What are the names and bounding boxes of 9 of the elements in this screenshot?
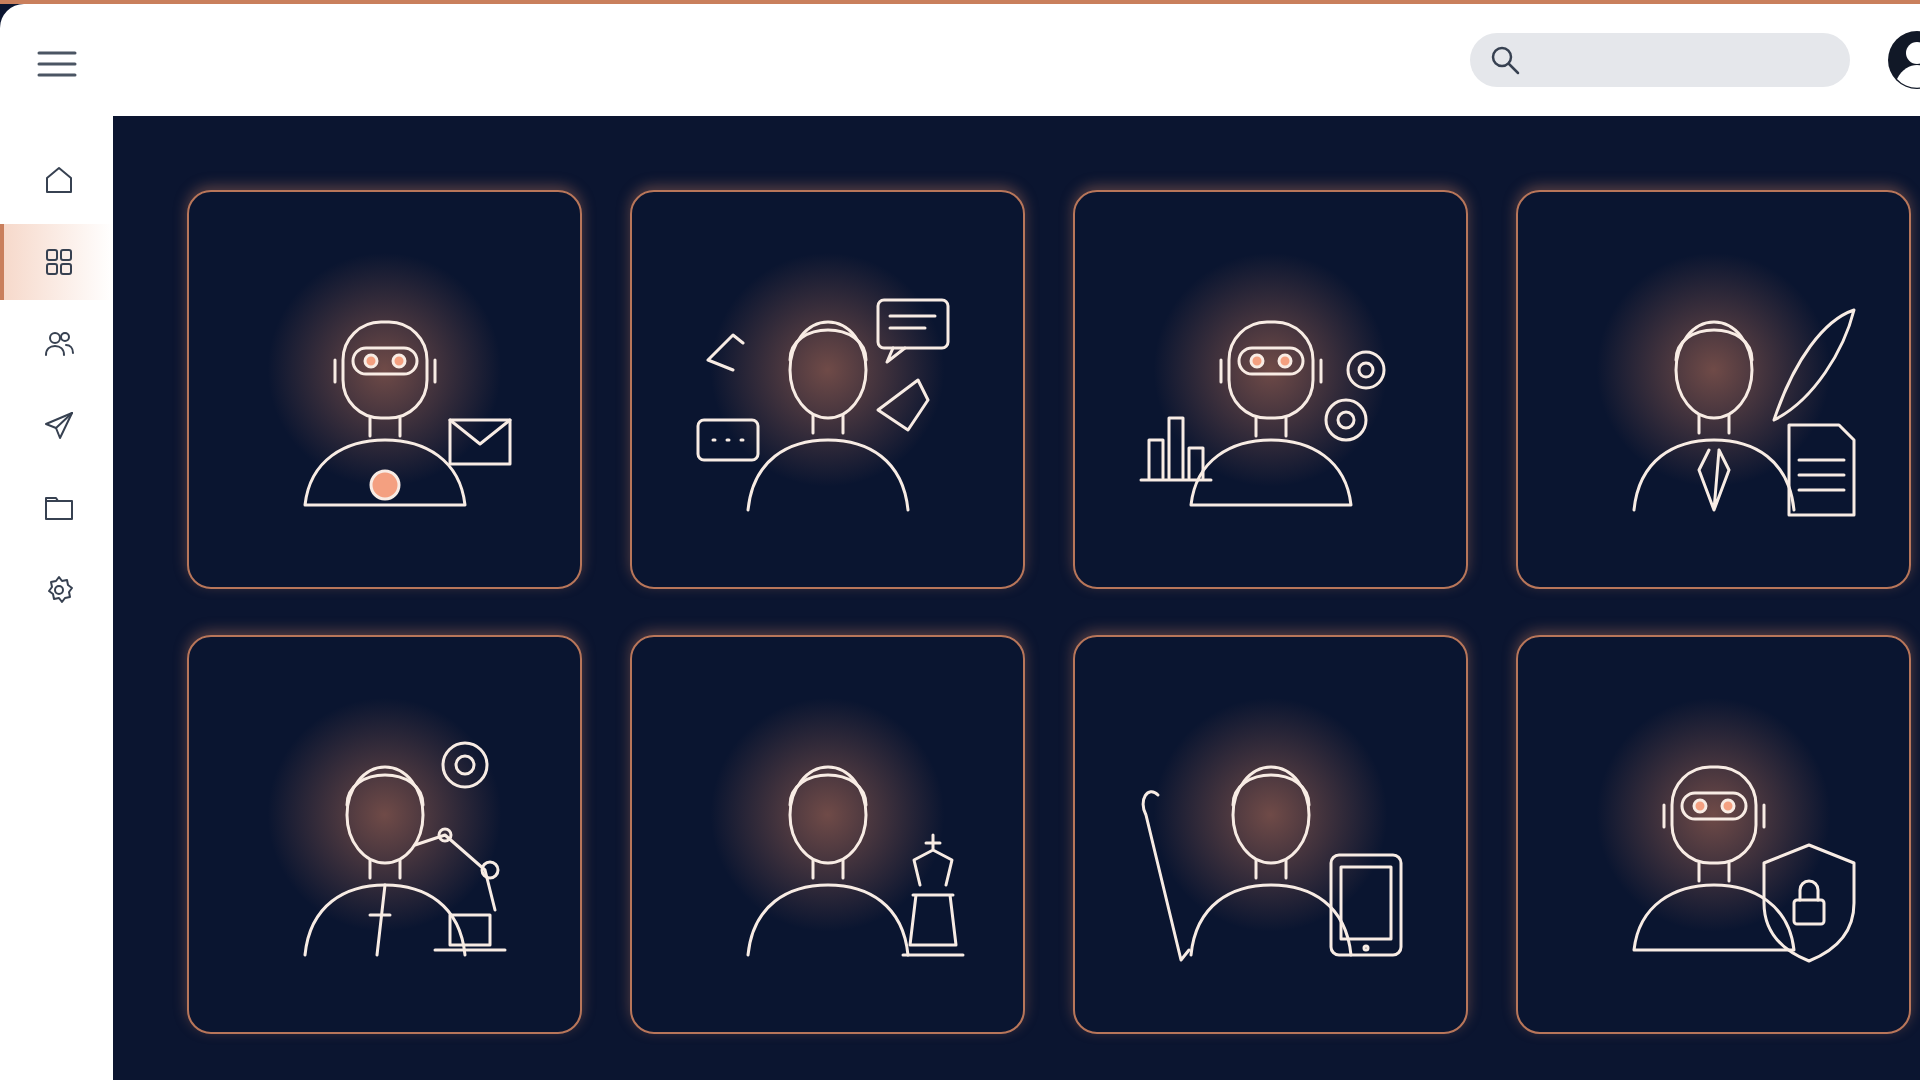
agent-card[interactable] [1516,635,1911,1034]
agent-card[interactable] [1073,635,1468,1034]
search-field[interactable] [1470,33,1850,87]
search-icon [1490,45,1520,75]
agent-card[interactable] [1516,190,1911,589]
agent-card[interactable] [187,190,582,589]
agent-card[interactable] [1073,190,1468,589]
agent-card[interactable] [630,190,1025,589]
agent-card[interactable] [187,635,582,1034]
